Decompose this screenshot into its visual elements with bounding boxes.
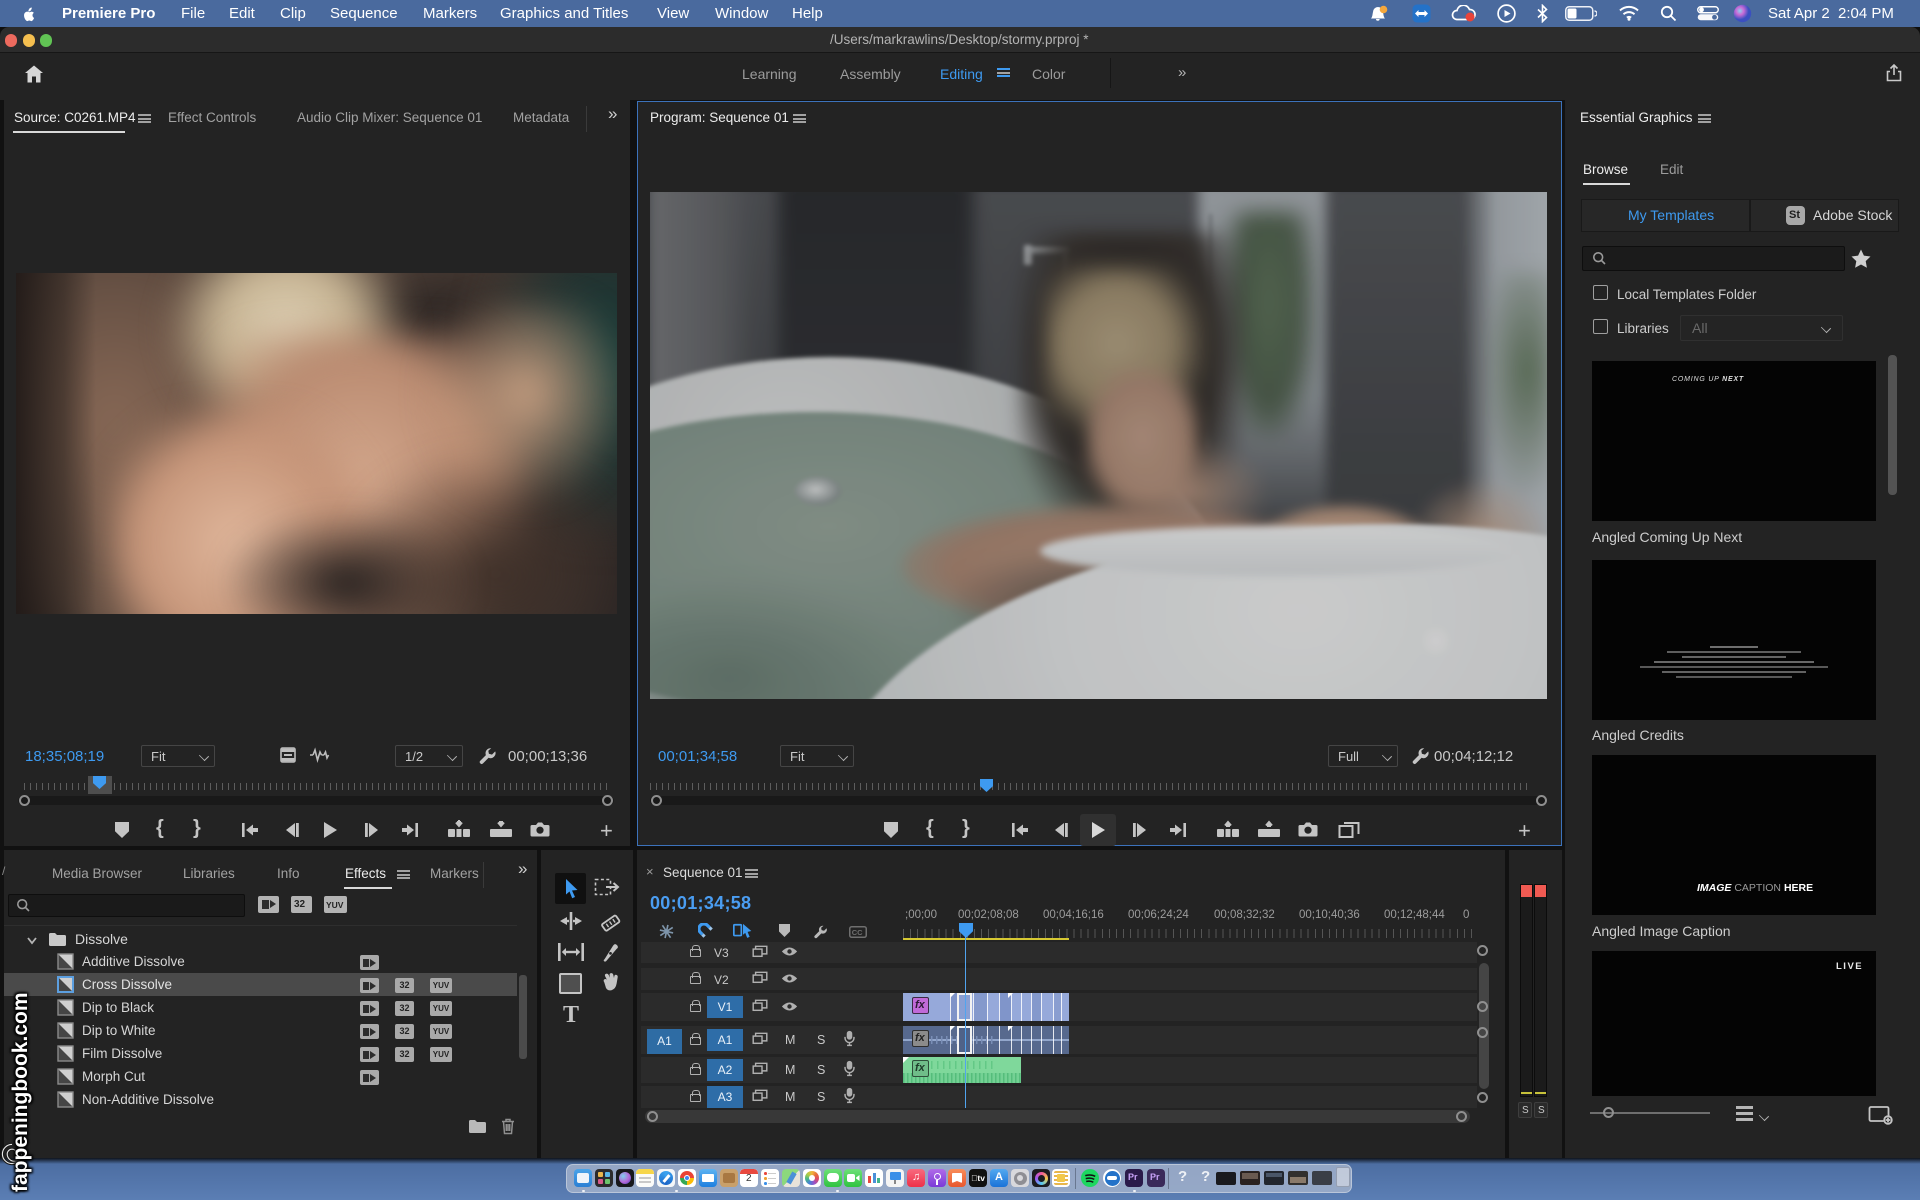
svg-text:CC: CC xyxy=(852,928,863,937)
